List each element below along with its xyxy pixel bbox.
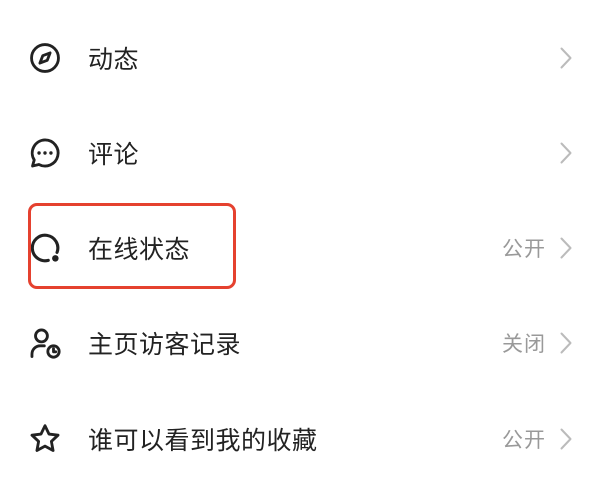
- settings-item-value: 关闭: [502, 332, 546, 357]
- settings-item-value: 公开: [502, 237, 546, 262]
- chevron-right-icon: [560, 237, 572, 259]
- settings-item-label: 评论: [88, 139, 140, 169]
- chevron-right-icon: [560, 47, 572, 69]
- settings-item-online-status[interactable]: 在线状态 公开: [0, 201, 598, 296]
- chevron-right-icon: [560, 332, 572, 354]
- settings-item-label: 在线状态: [88, 235, 191, 265]
- settings-item-value: 公开: [502, 427, 546, 452]
- settings-item-moments[interactable]: 动态: [0, 10, 598, 105]
- settings-item-visitor-record[interactable]: 主页访客记录 关闭: [0, 296, 598, 391]
- visitor-clock-icon: [28, 326, 62, 360]
- settings-item-label: 动态: [88, 44, 140, 74]
- star-icon: [28, 422, 62, 456]
- chevron-right-icon: [560, 428, 572, 450]
- settings-list: 动态 评论 在线状态 公开 主页访客记录 关闭 谁可以看到我的收藏 公开: [0, 10, 598, 486]
- settings-item-label: 主页访客记录: [88, 330, 242, 360]
- online-status-icon: [28, 231, 62, 265]
- chevron-right-icon: [560, 142, 572, 164]
- settings-item-favorites-visibility[interactable]: 谁可以看到我的收藏 公开: [0, 391, 598, 486]
- settings-item-comments[interactable]: 评论: [0, 105, 598, 200]
- compass-icon: [28, 41, 62, 75]
- chat-bubble-icon: [28, 136, 62, 170]
- settings-item-label: 谁可以看到我的收藏: [88, 425, 318, 455]
